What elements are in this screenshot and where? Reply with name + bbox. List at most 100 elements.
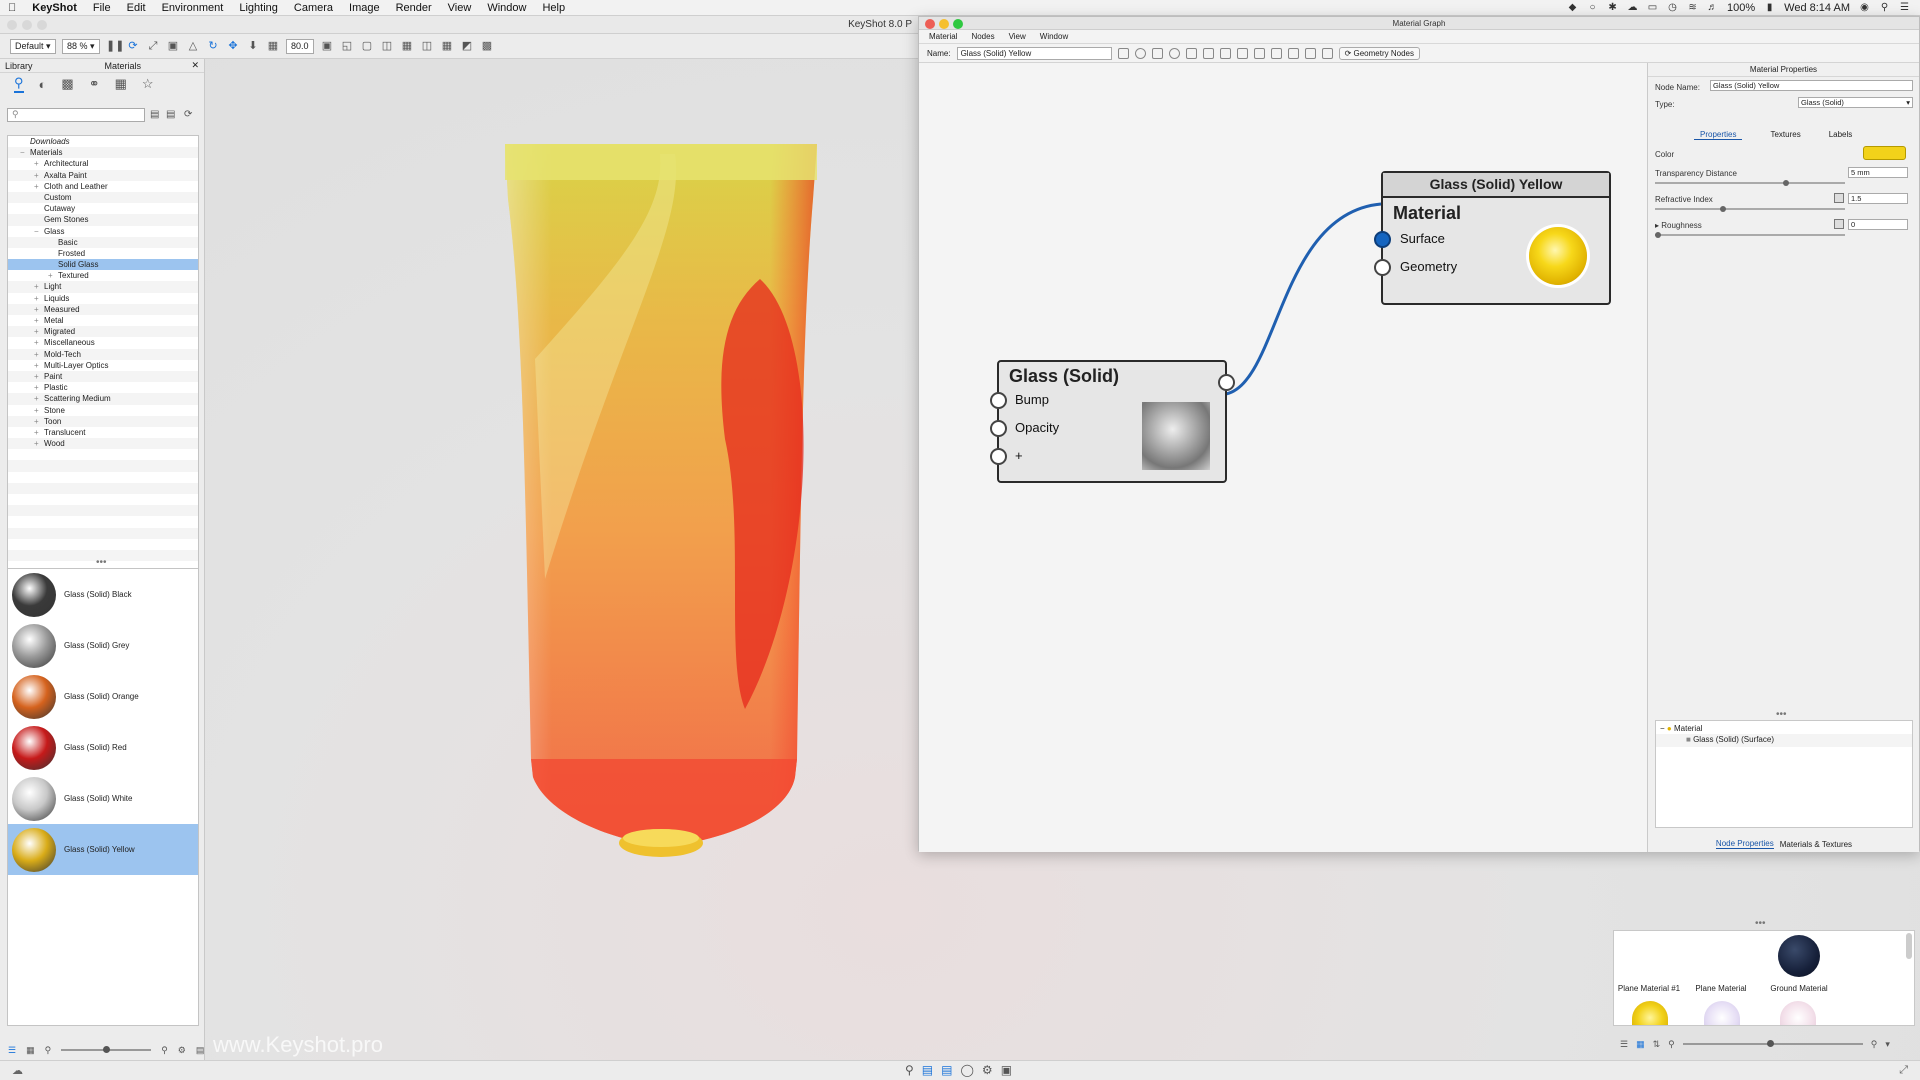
add-port[interactable] (990, 448, 1007, 465)
tree-item[interactable]: + Measured (8, 303, 198, 315)
roughness-slider[interactable] (1655, 232, 1845, 238)
layout-icon[interactable]: ▦ (400, 39, 414, 53)
import-icon[interactable]: ⚲ (905, 1063, 914, 1077)
expand-toggle-icon[interactable]: + (34, 315, 44, 326)
material-thumbnail[interactable]: Glass (Solid) Black (8, 569, 198, 620)
materials-tab-icon[interactable]: ⚲ (14, 75, 24, 93)
material-thumbnail[interactable]: Glass (Solid) Yellow (8, 824, 198, 875)
material-thumbnail[interactable]: Glass (Solid) Orange (8, 671, 198, 722)
glass-solid-node[interactable]: Glass (Solid) Bump Opacity + (990, 360, 1235, 483)
menu-file[interactable]: File (85, 2, 119, 14)
clock[interactable]: Wed 8:14 AM (1784, 2, 1850, 14)
close-icon[interactable]: ✕ (191, 60, 199, 71)
zoom-select[interactable]: 88 % ▾ (62, 38, 100, 54)
backplates-tab-icon[interactable]: ▦ (115, 76, 127, 92)
tab-node-properties[interactable]: Node Properties (1715, 839, 1774, 849)
keyshotxr-icon[interactable]: ⚙ (982, 1063, 993, 1077)
bump-port[interactable] (990, 392, 1007, 409)
tree-item[interactable]: + Architectural (8, 158, 198, 169)
tree-item[interactable]: + Metal (8, 315, 198, 326)
splitter-handle[interactable]: ••• (96, 557, 107, 568)
tree-item[interactable]: + Toon (8, 415, 198, 427)
library-icon[interactable]: ▤ (922, 1063, 933, 1077)
screenshot-icon[interactable]: ◱ (340, 39, 354, 53)
fov-input[interactable]: 80.0 (286, 38, 314, 54)
menu-environment[interactable]: Environment (154, 2, 232, 14)
render-icon[interactable]: ▣ (1001, 1063, 1012, 1077)
tree-item[interactable]: − Materials (8, 147, 198, 159)
tree-item-glass-surface[interactable]: ■ Glass (Solid) (Surface) (1656, 734, 1912, 747)
type-select[interactable]: Glass (Solid) ▾ (1798, 97, 1913, 108)
zoom-window-icon[interactable] (37, 20, 47, 30)
expand-toggle-icon[interactable]: + (34, 326, 44, 337)
material-thumbnail[interactable]: Glass (Solid) Grey (8, 620, 198, 671)
tree-item[interactable]: Basic (8, 236, 198, 248)
tree-item[interactable]: Cutaway (8, 203, 198, 214)
tree-item[interactable]: + Liquids (8, 293, 198, 304)
delete-icon[interactable] (1219, 47, 1231, 59)
app-menu[interactable]: KeyShot (24, 2, 85, 14)
expand-toggle-icon[interactable]: + (34, 158, 44, 169)
geometry-port[interactable] (1374, 259, 1391, 276)
copy-icon[interactable] (1202, 47, 1214, 59)
menu-edit[interactable]: Edit (119, 2, 154, 14)
expand-toggle-icon[interactable]: + (48, 270, 58, 281)
sync-icon[interactable]: ○ (1587, 2, 1598, 13)
refresh-icon[interactable]: ⟳ (126, 39, 140, 53)
volume-icon[interactable]: ♬ (1707, 2, 1718, 13)
tab-textures[interactable]: Textures (1770, 130, 1800, 140)
grid-view-icon[interactable]: ▦ (26, 1045, 35, 1056)
expand-toggle-icon[interactable]: + (34, 371, 44, 382)
expand-toggle-icon[interactable]: + (34, 281, 44, 292)
fov-icon[interactable]: ▦ (266, 39, 280, 53)
node-canvas[interactable]: Glass (Solid) Yellow Material Surface Ge… (919, 63, 1647, 852)
ungroup-icon[interactable] (1253, 47, 1265, 59)
tree-item[interactable]: + Translucent (8, 427, 198, 438)
colors-tab-icon[interactable]: ◐ (39, 77, 47, 92)
tab-materials-textures[interactable]: Materials & Textures (1780, 840, 1852, 849)
region-icon[interactable]: ⤢ (146, 39, 160, 53)
mg-menu-window[interactable]: Window (1040, 32, 1068, 41)
list-view-icon[interactable]: ☰ (1620, 1039, 1628, 1050)
user-icon[interactable]: ◉ (1859, 2, 1870, 13)
splitter-handle[interactable]: ••• (1755, 918, 1766, 929)
expand-toggle-icon[interactable]: + (34, 393, 44, 404)
library-search-input[interactable]: ⚲ (7, 108, 145, 122)
texture-map-icon[interactable] (1834, 219, 1844, 229)
expand-toggle-icon[interactable]: − (34, 226, 44, 237)
menu-window[interactable]: Window (479, 2, 534, 14)
group-icon[interactable] (1236, 47, 1248, 59)
airplay-icon[interactable]: ▭ (1647, 2, 1658, 13)
import-icon[interactable]: ▤ (166, 109, 175, 120)
camera-icon[interactable]: ▣ (320, 39, 334, 53)
dolly-icon[interactable]: ⬇ (246, 39, 260, 53)
tree-item[interactable]: Gem Stones (8, 214, 198, 226)
fullscreen-icon[interactable]: ⤢ (1899, 1064, 1908, 1077)
project-icon[interactable]: ▤ (941, 1063, 952, 1077)
expand-toggle-icon[interactable]: + (34, 416, 44, 427)
notification-icon[interactable]: ☰ (1899, 2, 1910, 13)
material-name-input[interactable]: Glass (Solid) Yellow (956, 46, 1112, 60)
tree-item[interactable]: + Plastic (8, 382, 198, 393)
crop-icon[interactable]: ▣ (166, 39, 180, 53)
texture-icon[interactable] (1151, 47, 1163, 59)
add-icon[interactable]: ▢ (360, 39, 374, 53)
refractive-slider[interactable] (1655, 206, 1845, 212)
mg-menu-view[interactable]: View (1009, 32, 1026, 41)
share-icon[interactable]: ▤ (196, 1045, 205, 1056)
zoom-in-icon[interactable]: ⚲ (1871, 1039, 1878, 1050)
material-thumbnail[interactable]: Glass (Solid) Red (8, 722, 198, 773)
menu-help[interactable]: Help (534, 2, 573, 14)
tree-item[interactable]: − Glass (8, 226, 198, 237)
opacity-port[interactable] (990, 420, 1007, 437)
animation-icon[interactable]: ◯ (960, 1063, 973, 1077)
arrange-icon[interactable] (1270, 47, 1282, 59)
frame-icon[interactable] (1304, 47, 1316, 59)
expand-toggle-icon[interactable]: + (34, 293, 44, 304)
expand-toggle-icon[interactable]: + (34, 427, 44, 438)
splitter-handle[interactable]: ••• (1776, 709, 1787, 720)
tree-item[interactable]: + Scattering Medium (8, 393, 198, 405)
expand-toggle-icon[interactable]: + (34, 304, 44, 315)
tree-item[interactable]: + Cloth and Leather (8, 181, 198, 192)
preset-select[interactable]: Default ▾ (10, 38, 56, 54)
